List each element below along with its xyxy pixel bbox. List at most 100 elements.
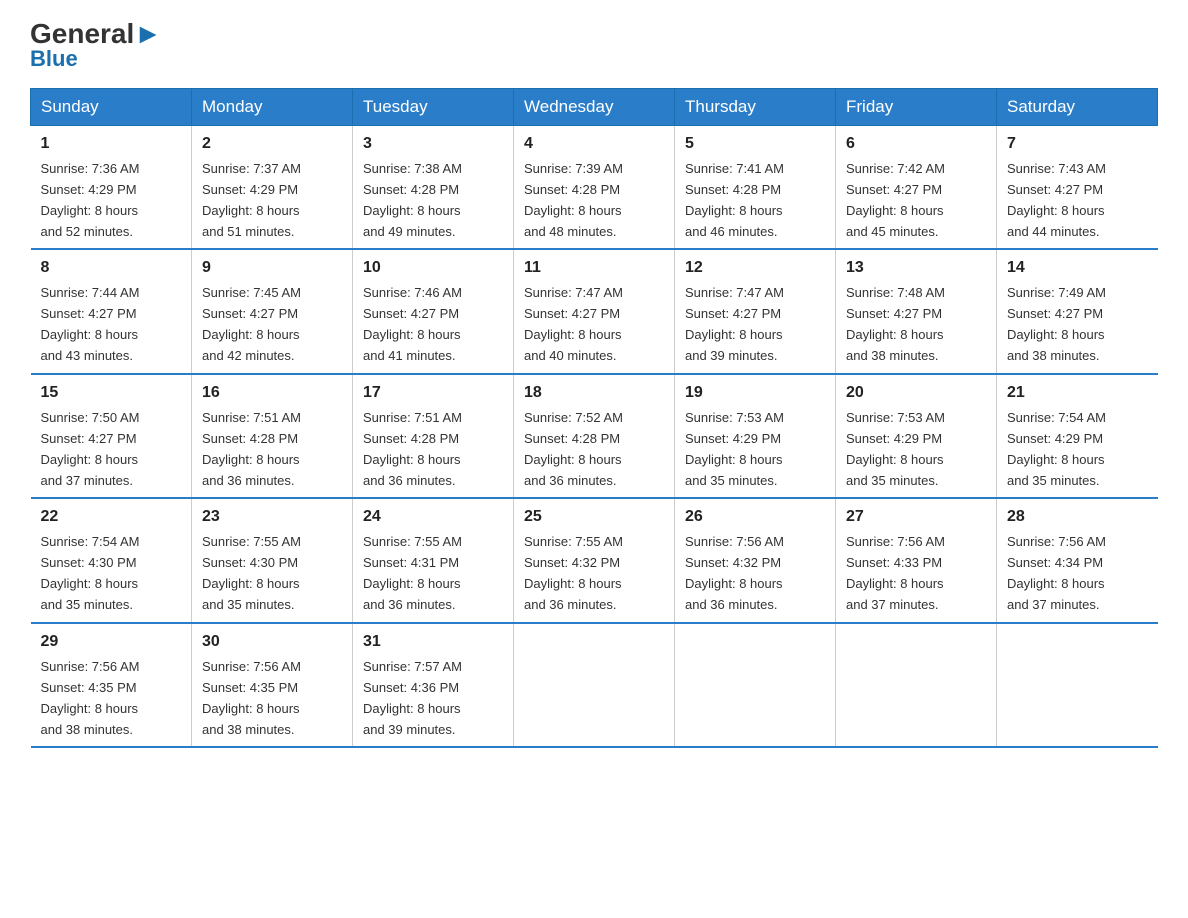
calendar-week-row: 29 Sunrise: 7:56 AMSunset: 4:35 PMDayligh… <box>31 623 1158 747</box>
calendar-day-cell <box>997 623 1158 747</box>
calendar-day-cell: 9 Sunrise: 7:45 AMSunset: 4:27 PMDaylight… <box>192 249 353 373</box>
calendar-day-cell: 25 Sunrise: 7:55 AMSunset: 4:32 PMDayligh… <box>514 498 675 622</box>
day-info: Sunrise: 7:53 AMSunset: 4:29 PMDaylight:… <box>685 410 784 488</box>
day-number: 14 <box>1007 256 1148 281</box>
calendar-day-cell: 24 Sunrise: 7:55 AMSunset: 4:31 PMDayligh… <box>353 498 514 622</box>
calendar-day-cell: 4 Sunrise: 7:39 AMSunset: 4:28 PMDaylight… <box>514 126 675 250</box>
day-info: Sunrise: 7:50 AMSunset: 4:27 PMDaylight:… <box>41 410 140 488</box>
day-number: 30 <box>202 630 342 655</box>
day-info: Sunrise: 7:51 AMSunset: 4:28 PMDaylight:… <box>363 410 462 488</box>
day-info: Sunrise: 7:56 AMSunset: 4:32 PMDaylight:… <box>685 534 784 612</box>
day-number: 15 <box>41 381 182 406</box>
day-info: Sunrise: 7:49 AMSunset: 4:27 PMDaylight:… <box>1007 285 1106 363</box>
day-info: Sunrise: 7:41 AMSunset: 4:28 PMDaylight:… <box>685 161 784 239</box>
calendar-day-cell: 28 Sunrise: 7:56 AMSunset: 4:34 PMDayligh… <box>997 498 1158 622</box>
day-of-week-header: Friday <box>836 89 997 126</box>
calendar-day-cell: 13 Sunrise: 7:48 AMSunset: 4:27 PMDayligh… <box>836 249 997 373</box>
day-number: 29 <box>41 630 182 655</box>
calendar-day-cell: 11Sunrise: 7:47 AMSunset: 4:27 PMDayligh… <box>514 249 675 373</box>
day-number: 13 <box>846 256 986 281</box>
day-info: Sunrise: 7:56 AMSunset: 4:33 PMDaylight:… <box>846 534 945 612</box>
day-info: Sunrise: 7:52 AMSunset: 4:28 PMDaylight:… <box>524 410 623 488</box>
day-of-week-header: Monday <box>192 89 353 126</box>
day-info: Sunrise: 7:37 AMSunset: 4:29 PMDaylight:… <box>202 161 301 239</box>
calendar-day-cell: 19 Sunrise: 7:53 AMSunset: 4:29 PMDayligh… <box>675 374 836 498</box>
day-number: 10 <box>363 256 503 281</box>
calendar-week-row: 15 Sunrise: 7:50 AMSunset: 4:27 PMDayligh… <box>31 374 1158 498</box>
day-of-week-header: Tuesday <box>353 89 514 126</box>
day-of-week-header: Saturday <box>997 89 1158 126</box>
calendar-day-cell: 10 Sunrise: 7:46 AMSunset: 4:27 PMDayligh… <box>353 249 514 373</box>
day-number: 20 <box>846 381 986 406</box>
calendar-header-row: SundayMondayTuesdayWednesdayThursdayFrid… <box>31 89 1158 126</box>
calendar-day-cell: 12Sunrise: 7:47 AMSunset: 4:27 PMDayligh… <box>675 249 836 373</box>
day-info: Sunrise: 7:54 AMSunset: 4:30 PMDaylight:… <box>41 534 140 612</box>
calendar-day-cell: 27 Sunrise: 7:56 AMSunset: 4:33 PMDayligh… <box>836 498 997 622</box>
logo-top: General► <box>30 20 162 48</box>
calendar-day-cell: 20 Sunrise: 7:53 AMSunset: 4:29 PMDayligh… <box>836 374 997 498</box>
day-info: Sunrise: 7:48 AMSunset: 4:27 PMDaylight:… <box>846 285 945 363</box>
calendar-day-cell: 21 Sunrise: 7:54 AMSunset: 4:29 PMDayligh… <box>997 374 1158 498</box>
day-number: 27 <box>846 505 986 530</box>
calendar-day-cell: 6 Sunrise: 7:42 AMSunset: 4:27 PMDaylight… <box>836 126 997 250</box>
calendar-day-cell: 18Sunrise: 7:52 AMSunset: 4:28 PMDayligh… <box>514 374 675 498</box>
logo-arrow-icon: ► <box>134 18 162 49</box>
day-info: Sunrise: 7:54 AMSunset: 4:29 PMDaylight:… <box>1007 410 1106 488</box>
day-number: 9 <box>202 256 342 281</box>
day-number: 17 <box>363 381 503 406</box>
day-info: Sunrise: 7:46 AMSunset: 4:27 PMDaylight:… <box>363 285 462 363</box>
calendar-day-cell: 14 Sunrise: 7:49 AMSunset: 4:27 PMDayligh… <box>997 249 1158 373</box>
day-number: 26 <box>685 505 825 530</box>
calendar-day-cell: 31Sunrise: 7:57 AMSunset: 4:36 PMDayligh… <box>353 623 514 747</box>
day-number: 2 <box>202 132 342 157</box>
calendar-day-cell: 17 Sunrise: 7:51 AMSunset: 4:28 PMDayligh… <box>353 374 514 498</box>
calendar-table: SundayMondayTuesdayWednesdayThursdayFrid… <box>30 88 1158 748</box>
logo: General► Blue <box>30 20 162 72</box>
day-number: 12 <box>685 256 825 281</box>
day-number: 24 <box>363 505 503 530</box>
day-number: 25 <box>524 505 664 530</box>
day-info: Sunrise: 7:55 AMSunset: 4:30 PMDaylight:… <box>202 534 301 612</box>
calendar-week-row: 1Sunrise: 7:36 AMSunset: 4:29 PMDaylight… <box>31 126 1158 250</box>
calendar-day-cell: 5 Sunrise: 7:41 AMSunset: 4:28 PMDaylight… <box>675 126 836 250</box>
calendar-day-cell: 1Sunrise: 7:36 AMSunset: 4:29 PMDaylight… <box>31 126 192 250</box>
day-number: 21 <box>1007 381 1148 406</box>
calendar-day-cell: 26 Sunrise: 7:56 AMSunset: 4:32 PMDayligh… <box>675 498 836 622</box>
calendar-week-row: 8Sunrise: 7:44 AMSunset: 4:27 PMDaylight… <box>31 249 1158 373</box>
calendar-day-cell: 16Sunrise: 7:51 AMSunset: 4:28 PMDayligh… <box>192 374 353 498</box>
day-number: 28 <box>1007 505 1148 530</box>
day-number: 23 <box>202 505 342 530</box>
day-number: 22 <box>41 505 182 530</box>
day-number: 3 <box>363 132 503 157</box>
day-info: Sunrise: 7:39 AMSunset: 4:28 PMDaylight:… <box>524 161 623 239</box>
day-number: 7 <box>1007 132 1148 157</box>
calendar-day-cell <box>836 623 997 747</box>
calendar-day-cell: 8Sunrise: 7:44 AMSunset: 4:27 PMDaylight… <box>31 249 192 373</box>
day-info: Sunrise: 7:47 AMSunset: 4:27 PMDaylight:… <box>524 285 623 363</box>
day-info: Sunrise: 7:56 AMSunset: 4:34 PMDaylight:… <box>1007 534 1106 612</box>
day-number: 6 <box>846 132 986 157</box>
day-number: 1 <box>41 132 182 157</box>
calendar-day-cell <box>514 623 675 747</box>
day-info: Sunrise: 7:43 AMSunset: 4:27 PMDaylight:… <box>1007 161 1106 239</box>
day-info: Sunrise: 7:56 AMSunset: 4:35 PMDaylight:… <box>41 659 140 737</box>
calendar-day-cell: 3Sunrise: 7:38 AMSunset: 4:28 PMDaylight… <box>353 126 514 250</box>
day-number: 19 <box>685 381 825 406</box>
day-of-week-header: Sunday <box>31 89 192 126</box>
day-info: Sunrise: 7:55 AMSunset: 4:32 PMDaylight:… <box>524 534 623 612</box>
day-info: Sunrise: 7:45 AMSunset: 4:27 PMDaylight:… <box>202 285 301 363</box>
day-info: Sunrise: 7:53 AMSunset: 4:29 PMDaylight:… <box>846 410 945 488</box>
day-number: 5 <box>685 132 825 157</box>
day-number: 31 <box>363 630 503 655</box>
calendar-day-cell: 15 Sunrise: 7:50 AMSunset: 4:27 PMDayligh… <box>31 374 192 498</box>
day-number: 4 <box>524 132 664 157</box>
day-info: Sunrise: 7:44 AMSunset: 4:27 PMDaylight:… <box>41 285 140 363</box>
calendar-day-cell: 29 Sunrise: 7:56 AMSunset: 4:35 PMDayligh… <box>31 623 192 747</box>
calendar-day-cell: 2 Sunrise: 7:37 AMSunset: 4:29 PMDaylight… <box>192 126 353 250</box>
calendar-week-row: 22 Sunrise: 7:54 AMSunset: 4:30 PMDayligh… <box>31 498 1158 622</box>
day-info: Sunrise: 7:51 AMSunset: 4:28 PMDaylight:… <box>202 410 301 488</box>
calendar-day-cell: 23 Sunrise: 7:55 AMSunset: 4:30 PMDayligh… <box>192 498 353 622</box>
day-info: Sunrise: 7:42 AMSunset: 4:27 PMDaylight:… <box>846 161 945 239</box>
page-header: General► Blue <box>30 20 1158 72</box>
day-info: Sunrise: 7:55 AMSunset: 4:31 PMDaylight:… <box>363 534 462 612</box>
